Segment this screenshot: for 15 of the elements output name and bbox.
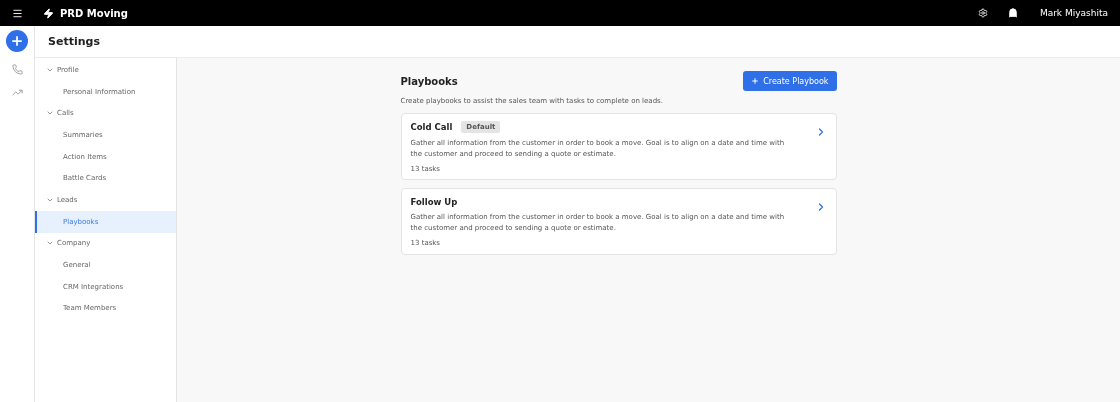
create-playbook-button[interactable]: Create Playbook bbox=[743, 71, 837, 91]
playbook-name: Follow Up bbox=[410, 196, 458, 207]
section-title: Playbooks bbox=[400, 75, 458, 87]
plus-icon bbox=[10, 34, 24, 48]
ghost-icon[interactable] bbox=[1007, 8, 1018, 18]
phone-icon[interactable] bbox=[11, 64, 23, 75]
page-title: Settings bbox=[48, 35, 100, 48]
user-name[interactable]: Mark Miyashita bbox=[1039, 8, 1108, 18]
settings-icon[interactable] bbox=[977, 8, 988, 18]
lightning-icon bbox=[43, 7, 54, 19]
playbook-name: Cold Call bbox=[410, 122, 453, 132]
menu-icon[interactable] bbox=[12, 7, 23, 19]
plus-icon bbox=[751, 77, 760, 85]
brand-name: PRD Moving bbox=[60, 7, 128, 19]
add-button[interactable] bbox=[6, 30, 28, 52]
